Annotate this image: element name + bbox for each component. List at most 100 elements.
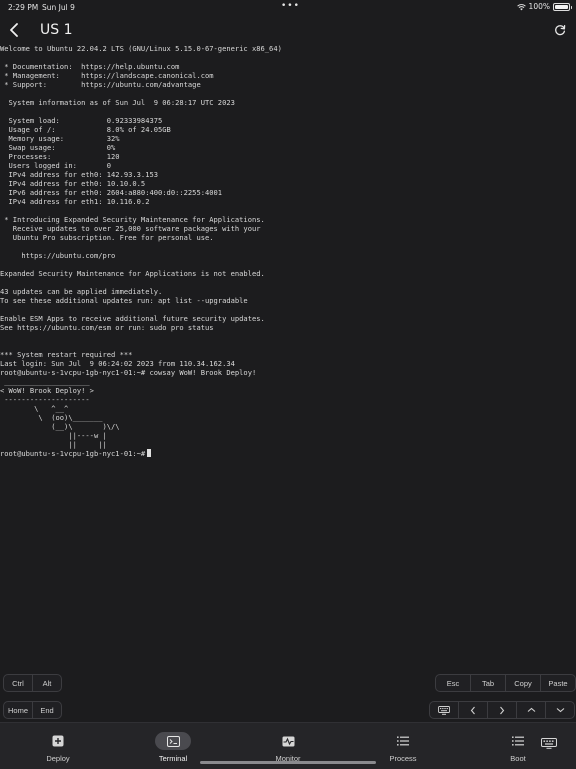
keyboard-icon — [541, 737, 557, 749]
tab-label: Boot — [510, 754, 526, 763]
keyboard-icon — [438, 705, 450, 715]
arrow-keys — [429, 701, 575, 719]
status-date: Sun Jul 9 — [42, 3, 75, 12]
terminal-line: * Documentation: https://help.ubuntu.com — [0, 62, 576, 71]
chevron-left-icon — [10, 23, 18, 37]
refresh-button[interactable] — [552, 22, 568, 38]
terminal-line-text: Enable ESM Apps to receive additional fu… — [0, 314, 265, 323]
page-title: US 1 — [40, 22, 73, 38]
floating-keyboard-button[interactable] — [540, 736, 558, 750]
modifier-keys: Ctrl Alt — [3, 674, 62, 692]
terminal-line: || || — [0, 440, 576, 449]
terminal-line: \ ^__^ — [0, 404, 576, 413]
pulse-icon — [282, 736, 294, 746]
terminal-line: -------------------- — [0, 395, 576, 404]
terminal-line: Last login: Sun Jul 9 06:24:02 2023 from… — [0, 359, 576, 368]
terminal-line-text: IPv6 address for eth0: 2604:a880:400:d0:… — [0, 188, 223, 197]
terminal-line: Processes: 120 — [0, 152, 576, 161]
terminal-line-text: IPv4 address for eth0: 142.93.3.153 — [0, 170, 159, 179]
terminal-line-text: Processes: 120 — [0, 152, 120, 161]
terminal-line-text: ____________________ — [0, 377, 90, 386]
terminal-line: < WoW! Brook Deploy! > — [0, 386, 576, 395]
terminal-line-text: root@ubuntu-s-1vcpu-1gb-nyc1-01:~# — [0, 449, 146, 458]
terminal-line: Receive updates to over 25,000 software … — [0, 224, 576, 233]
terminal-line-text: * Support: https://ubuntu.com/advantage — [0, 80, 201, 89]
terminal-line-text: (__)\ )\/\ — [0, 422, 120, 431]
paste-button[interactable]: Paste — [541, 675, 575, 691]
wifi-icon — [516, 3, 526, 10]
arrow-left-key[interactable] — [459, 702, 488, 718]
arrow-up-key[interactable] — [517, 702, 546, 718]
terminal-line-text: Receive updates to over 25,000 software … — [0, 224, 261, 233]
multitasking-dots-icon[interactable]: ••• — [281, 1, 300, 11]
terminal-line-text: To see these additional updates run: apt… — [0, 296, 248, 305]
terminal-line: \ (oo)\_______ — [0, 413, 576, 422]
home-indicator[interactable] — [200, 761, 376, 764]
tab-process[interactable]: Process — [383, 723, 423, 767]
terminal-line: Welcome to Ubuntu 22.04.2 LTS (GNU/Linux… — [0, 44, 576, 53]
terminal-line-text: See https://ubuntu.com/esm or run: sudo … — [0, 323, 214, 332]
alt-key[interactable]: Alt — [33, 675, 61, 691]
terminal-line: System information as of Sun Jul 9 06:28… — [0, 98, 576, 107]
copy-button[interactable]: Copy — [506, 675, 541, 691]
nav-bar: US 1 — [0, 18, 576, 44]
tab-deploy[interactable]: Deploy — [38, 723, 78, 767]
battery-icon — [553, 2, 572, 11]
terminal-line-text: || || — [0, 440, 107, 449]
terminal-line-text: \ (oo)\_______ — [0, 413, 103, 422]
terminal-line: ||----w | — [0, 431, 576, 440]
terminal-line: * Management: https://landscape.canonica… — [0, 71, 576, 80]
terminal-line-text: root@ubuntu-s-1vcpu-1gb-nyc1-01:~# cowsa… — [0, 368, 257, 377]
terminal-line-text: Ubuntu Pro subscription. Free for person… — [0, 233, 214, 242]
terminal-line: https://ubuntu.com/pro — [0, 251, 576, 260]
terminal-line: (__)\ )\/\ — [0, 422, 576, 431]
list-icon — [397, 736, 409, 746]
tab-boot[interactable]: Boot — [498, 723, 538, 767]
terminal-output[interactable]: Welcome to Ubuntu 22.04.2 LTS (GNU/Linux… — [0, 44, 576, 666]
terminal-line: IPv6 address for eth0: 2604:a880:400:d0:… — [0, 188, 576, 197]
terminal-line: Ubuntu Pro subscription. Free for person… — [0, 233, 576, 242]
end-key[interactable]: End — [33, 702, 61, 718]
back-button[interactable] — [6, 21, 22, 39]
esc-key[interactable]: Esc — [436, 675, 471, 691]
chevron-right-icon — [500, 706, 505, 714]
terminal-line: To see these additional updates run: apt… — [0, 296, 576, 305]
terminal-line: IPv4 address for eth0: 10.10.0.5 — [0, 179, 576, 188]
terminal-line: * Introducing Expanded Security Maintena… — [0, 215, 576, 224]
terminal-line-text: IPv4 address for eth1: 10.116.0.2 — [0, 197, 150, 206]
terminal-line-text: Swap usage: 0% — [0, 143, 116, 152]
terminal-line-text: -------------------- — [0, 395, 90, 404]
terminal-line-text: * Introducing Expanded Security Maintena… — [0, 215, 265, 224]
home-key[interactable]: Home — [4, 702, 33, 718]
terminal-line-text: \ ^__^ — [0, 404, 69, 413]
chevron-down-icon — [556, 708, 564, 713]
arrow-right-key[interactable] — [488, 702, 517, 718]
terminal-line-text: System information as of Sun Jul 9 06:28… — [0, 98, 235, 107]
status-right: 100% — [516, 2, 572, 11]
terminal-line-text: * Management: https://landscape.canonica… — [0, 71, 214, 80]
keyboard-toggle-button[interactable] — [430, 702, 459, 718]
terminal-line-text: Expanded Security Maintenance for Applic… — [0, 269, 265, 278]
terminal-line-text: System load: 0.92333984375 — [0, 116, 163, 125]
terminal-line: Enable ESM Apps to receive additional fu… — [0, 314, 576, 323]
tab-key[interactable]: Tab — [471, 675, 506, 691]
terminal-line: * Support: https://ubuntu.com/advantage — [0, 80, 576, 89]
terminal-line-text: Memory usage: 32% — [0, 134, 120, 143]
terminal-line-text: *** System restart required *** — [0, 350, 133, 359]
terminal-line: System load: 0.92333984375 — [0, 116, 576, 125]
tab-terminal[interactable]: Terminal — [148, 723, 198, 767]
terminal-line: See https://ubuntu.com/esm or run: sudo … — [0, 323, 576, 332]
terminal-line: Swap usage: 0% — [0, 143, 576, 152]
tab-label: Deploy — [46, 754, 70, 763]
edit-keys: Esc Tab Copy Paste — [435, 674, 576, 692]
arrow-down-key[interactable] — [546, 702, 574, 718]
terminal-line: Users logged in: 0 — [0, 161, 576, 170]
ctrl-key[interactable]: Ctrl — [4, 675, 33, 691]
terminal-line-text: Welcome to Ubuntu 22.04.2 LTS (GNU/Linux… — [0, 44, 282, 53]
